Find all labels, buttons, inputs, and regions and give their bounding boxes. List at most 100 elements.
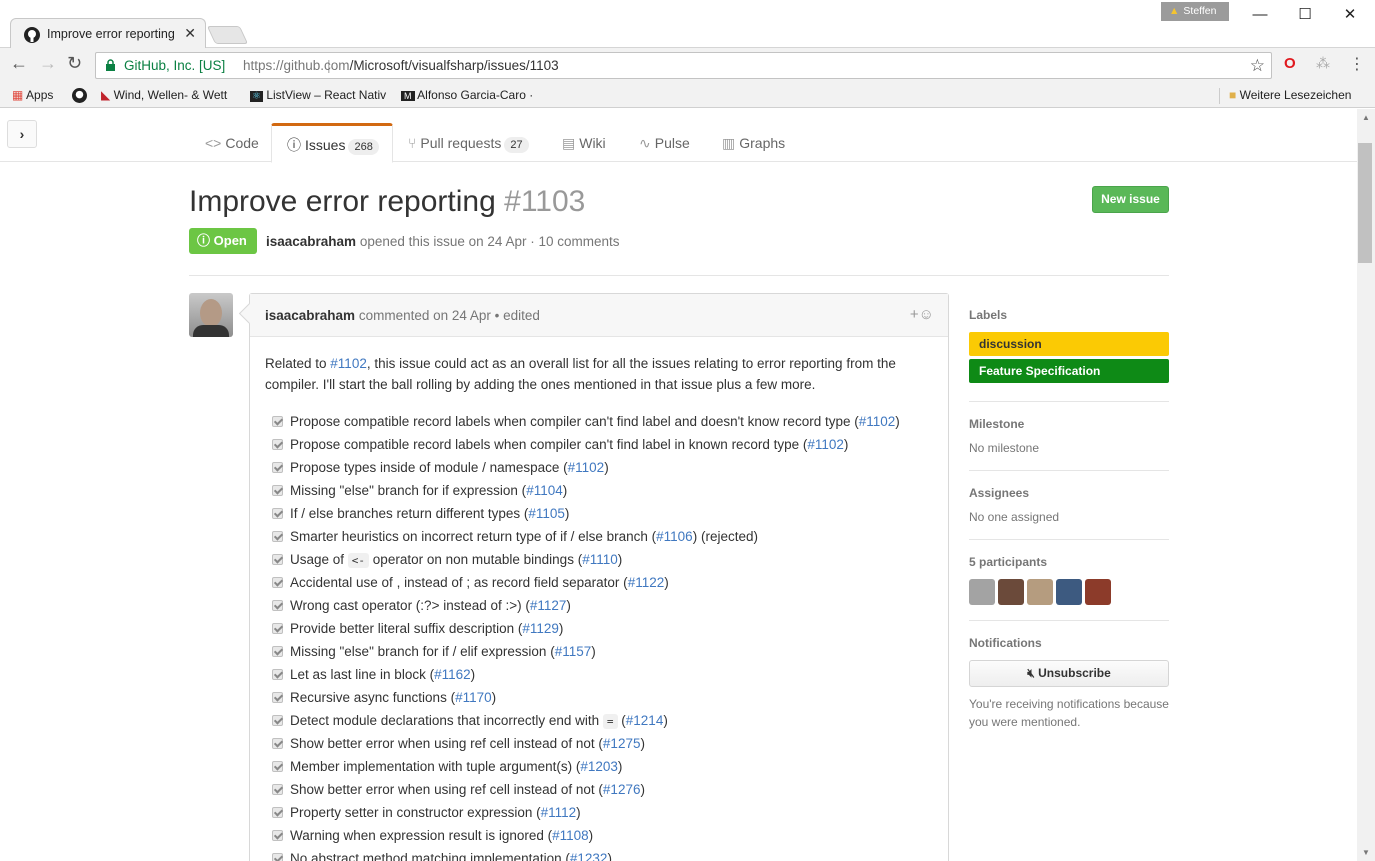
issue-link[interactable]: #1122 bbox=[628, 575, 665, 590]
issue-link[interactable]: #1157 bbox=[555, 644, 592, 659]
unsubscribe-button[interactable]: 🔇︎ Unsubscribe bbox=[969, 660, 1169, 687]
issue-author[interactable]: isaacabraham bbox=[266, 234, 356, 249]
issue-link[interactable]: #1129 bbox=[522, 621, 559, 636]
menu-icon[interactable]: ⋮ bbox=[1349, 54, 1365, 74]
task-checkbox[interactable] bbox=[272, 738, 283, 749]
page-scrollbar[interactable]: ▲ ▼ bbox=[1357, 109, 1375, 861]
pulls-count: 27 bbox=[504, 137, 529, 153]
profile-button[interactable]: ▲ Steffen bbox=[1161, 2, 1229, 21]
issue-link[interactable]: #1112 bbox=[541, 805, 577, 820]
task-checkbox[interactable] bbox=[272, 784, 283, 795]
bookmark-github[interactable] bbox=[72, 88, 87, 103]
task-checkbox[interactable] bbox=[272, 761, 283, 772]
browser-titlebar: Improve error reporting ✕ ▲ Steffen — ☐ ✕ bbox=[0, 0, 1375, 49]
issue-link[interactable]: #1106 bbox=[656, 529, 693, 544]
participant-avatar[interactable] bbox=[969, 579, 995, 605]
task-checkbox[interactable] bbox=[272, 416, 283, 427]
task-checkbox[interactable] bbox=[272, 577, 283, 588]
task-text: Propose compatible record labels when co… bbox=[290, 414, 859, 429]
issue-link[interactable]: #1105 bbox=[528, 506, 565, 521]
scrollbar-thumb[interactable] bbox=[1358, 143, 1372, 263]
task-text: ) bbox=[640, 736, 645, 751]
extension-icon[interactable]: ⁂ bbox=[1316, 55, 1330, 72]
git-pull-request-icon: ⑂ bbox=[408, 135, 417, 151]
issue-link[interactable]: #1275 bbox=[603, 736, 641, 751]
address-bar[interactable]: GitHub, Inc. [US] | https://github.com/M… bbox=[95, 52, 1272, 79]
avatar[interactable] bbox=[189, 293, 233, 337]
task-checkbox[interactable] bbox=[272, 531, 283, 542]
task-checkbox[interactable] bbox=[272, 830, 283, 841]
assignees-heading[interactable]: Assignees bbox=[969, 486, 1169, 500]
task-checkbox[interactable] bbox=[272, 853, 283, 861]
issue-link[interactable]: #1102 bbox=[330, 356, 367, 371]
tab-graphs[interactable]: ▥ Graphs bbox=[707, 123, 798, 162]
close-tab-icon[interactable]: ✕ bbox=[184, 25, 196, 42]
task-checkbox[interactable] bbox=[272, 439, 283, 450]
issue-link[interactable]: #1127 bbox=[530, 598, 567, 613]
tab-pull-requests[interactable]: ⑂ Pull requests 27 bbox=[393, 123, 542, 162]
other-bookmarks[interactable]: ■ Weitere Lesezeichen bbox=[1229, 88, 1351, 102]
participant-avatar[interactable] bbox=[1027, 579, 1053, 605]
scroll-down-icon[interactable]: ▼ bbox=[1362, 848, 1370, 857]
add-reaction-icon[interactable]: +☺ bbox=[910, 306, 934, 323]
bookmark-star-icon[interactable]: ☆ bbox=[1250, 56, 1265, 76]
task-checkbox[interactable] bbox=[272, 692, 283, 703]
mute-icon: 🔇︎ bbox=[1027, 666, 1035, 680]
milestone-heading[interactable]: Milestone bbox=[969, 417, 1169, 431]
bookmark-alfonso[interactable]: M Alfonso Garcia-Caro · bbox=[401, 88, 533, 102]
bookmark-wind[interactable]: ◣ Wind, Wellen- & Wett bbox=[101, 88, 227, 102]
issue-link[interactable]: #1102 bbox=[568, 460, 605, 475]
label-discussion[interactable]: discussion bbox=[969, 332, 1169, 356]
tab-issues[interactable]: ⓘ Issues 268 bbox=[271, 123, 393, 163]
opera-extension-icon[interactable]: O bbox=[1284, 55, 1296, 72]
issue-link[interactable]: #1232 bbox=[570, 851, 608, 861]
issue-link[interactable]: #1162 bbox=[434, 667, 471, 682]
new-tab-button[interactable] bbox=[206, 26, 249, 44]
task-checkbox[interactable] bbox=[272, 462, 283, 473]
issue-link[interactable]: #1214 bbox=[626, 713, 664, 728]
bookmark-listview[interactable]: ⚛ ListView – React Nativ bbox=[250, 88, 386, 102]
bookmark-apps[interactable]: ▦ Apps bbox=[12, 88, 53, 102]
participant-avatar[interactable] bbox=[998, 579, 1024, 605]
task-checkbox[interactable] bbox=[272, 485, 283, 496]
bookmark-label: Apps bbox=[26, 88, 54, 102]
task-checkbox[interactable] bbox=[272, 669, 283, 680]
issue-link[interactable]: #1170 bbox=[455, 690, 492, 705]
task-checkbox[interactable] bbox=[272, 715, 283, 726]
issue-link[interactable]: #1110 bbox=[582, 552, 618, 567]
participant-avatar[interactable] bbox=[1056, 579, 1082, 605]
maximize-button[interactable]: ☐ bbox=[1282, 0, 1328, 30]
close-window-button[interactable]: ✕ bbox=[1327, 0, 1373, 30]
tab-code[interactable]: <> Code bbox=[190, 123, 272, 162]
task-checkbox[interactable] bbox=[272, 646, 283, 657]
browser-tab[interactable]: Improve error reporting ✕ bbox=[10, 18, 206, 49]
issue-link[interactable]: #1203 bbox=[580, 759, 618, 774]
sidebar-toggle-button[interactable]: › bbox=[7, 120, 37, 148]
issue-link[interactable]: #1276 bbox=[603, 782, 641, 797]
task-checkbox[interactable] bbox=[272, 807, 283, 818]
back-icon[interactable]: ← bbox=[10, 53, 28, 74]
task-checkbox[interactable] bbox=[272, 554, 283, 565]
task-checkbox[interactable] bbox=[272, 623, 283, 634]
labels-heading[interactable]: Labels bbox=[969, 308, 1169, 322]
issue-link[interactable]: #1104 bbox=[526, 483, 563, 498]
reload-icon[interactable]: ↻ bbox=[67, 53, 82, 74]
task-checkbox[interactable] bbox=[272, 508, 283, 519]
task-checkbox[interactable] bbox=[272, 600, 283, 611]
issue-link[interactable]: #1108 bbox=[552, 828, 589, 843]
task-text: ) bbox=[843, 437, 849, 452]
issue-link[interactable]: #1102 bbox=[807, 437, 844, 452]
scroll-up-icon[interactable]: ▲ bbox=[1362, 113, 1370, 122]
tab-pulse[interactable]: ∿ Pulse bbox=[624, 123, 703, 162]
issue-link[interactable]: #1102 bbox=[859, 414, 896, 429]
code-icon: <> bbox=[205, 135, 222, 151]
minimize-button[interactable]: — bbox=[1237, 0, 1283, 30]
comment-author[interactable]: isaacabraham bbox=[265, 308, 355, 323]
participant-avatar[interactable] bbox=[1085, 579, 1111, 605]
new-issue-button[interactable]: New issue bbox=[1092, 186, 1169, 213]
issue-sidebar: Labels discussion Feature Specification … bbox=[969, 293, 1169, 746]
label-feature-specification[interactable]: Feature Specification bbox=[969, 359, 1169, 383]
issue-comment: isaacabraham commented on 24 Apr • edite… bbox=[249, 293, 949, 861]
forward-icon[interactable]: → bbox=[39, 53, 57, 74]
tab-wiki[interactable]: ▤ Wiki bbox=[547, 123, 619, 162]
